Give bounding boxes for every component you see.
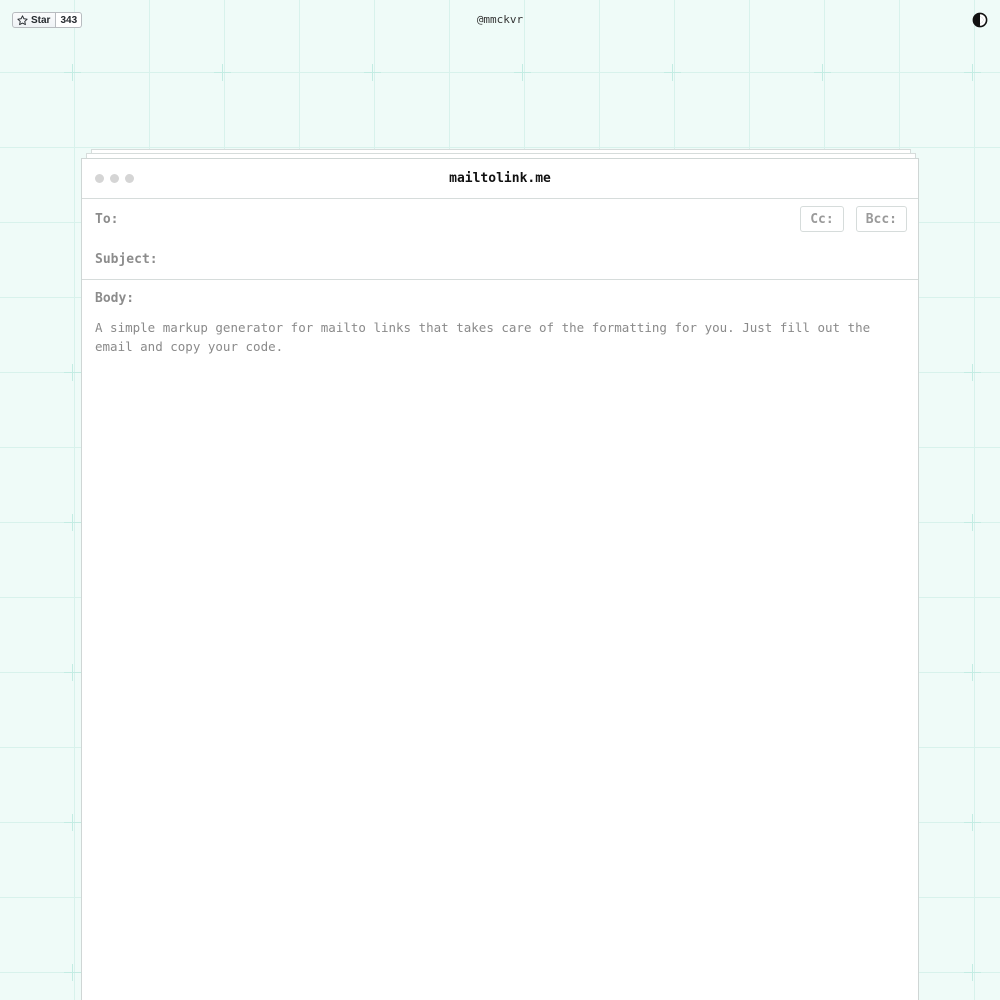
to-row: To: Cc: Bcc: [82,199,918,239]
to-input[interactable] [124,206,789,232]
window-dot-minimize [110,174,119,183]
body-section: Body: A simple markup generator for mail… [82,280,918,962]
window-controls [95,174,134,183]
body-label: Body: [95,291,135,306]
window-dot-maximize [125,174,134,183]
body-textarea[interactable]: A simple markup generator for mailto lin… [95,318,903,958]
subject-row: Subject: [82,239,918,280]
compose-window: mailtolink.me To: Cc: Bcc: Subject: Body… [81,158,919,1000]
author-link[interactable]: @mmckvr [477,13,523,26]
to-label: To: [95,211,119,227]
bcc-button[interactable]: Bcc: [855,206,907,232]
window-title: mailtolink.me [449,171,551,186]
contrast-icon [972,12,988,28]
subject-input[interactable] [163,246,906,272]
window-titlebar: mailtolink.me [82,159,918,199]
subject-label: Subject: [95,251,158,267]
cc-button[interactable]: Cc: [800,206,844,232]
theme-toggle-button[interactable] [972,12,988,28]
author-credit: @mmckvr [0,13,1000,26]
window-dot-close [95,174,104,183]
